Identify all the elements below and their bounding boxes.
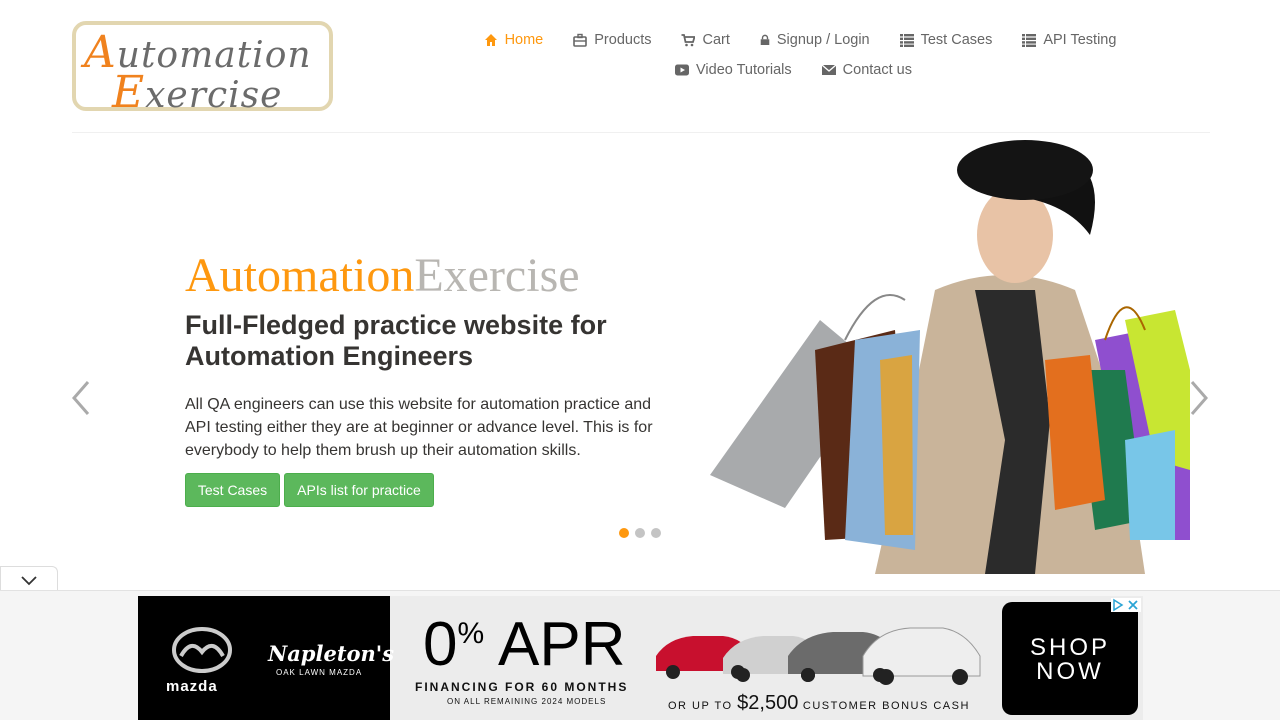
home-icon: [484, 34, 497, 46]
nav-video-tutorials[interactable]: Video Tutorials: [660, 58, 807, 82]
test-cases-button[interactable]: Test Cases: [185, 473, 280, 507]
slider-description: All QA engineers can use this website fo…: [185, 396, 653, 459]
chevron-down-icon: [21, 576, 37, 586]
list-icon: [899, 34, 914, 47]
ad-financing-sub: ON ALL REMAINING 2024 MODELS: [447, 697, 607, 706]
ad-brand-name: mazda: [166, 678, 218, 695]
slider-dot-1[interactable]: [619, 528, 629, 538]
mazda-banner-ad[interactable]: mazda Napleton's OAK LAWN MAZDA 0% APR F…: [138, 596, 1143, 720]
shop-now-line-1: SHOP: [1029, 634, 1110, 661]
nav-home[interactable]: Home: [469, 28, 559, 52]
ad-apr-headline: 0% APR: [423, 610, 626, 679]
main-nav-row-2: Video Tutorials Contact us: [660, 58, 927, 82]
hero-shopping-girl-image: [710, 140, 1190, 574]
envelope-icon: [821, 64, 836, 75]
ad-bonus-text: OR UP TO $2,500 CUSTOMER BONUS CASH: [668, 692, 970, 714]
briefcase-icon: [573, 33, 588, 47]
slider-title: AutomationExercise: [185, 249, 580, 302]
list-icon: [1022, 34, 1037, 47]
slider-dot-3[interactable]: [651, 528, 661, 538]
slider-indicators: [619, 528, 661, 538]
nav-signup-login[interactable]: Signup / Login: [745, 28, 885, 52]
nav-products[interactable]: Products: [558, 28, 666, 52]
chevron-right-icon[interactable]: [1188, 380, 1210, 416]
chevron-left-icon[interactable]: [70, 380, 92, 416]
shop-now-button[interactable]: SHOP NOW: [1002, 602, 1138, 715]
apis-list-button[interactable]: APIs list for practice: [284, 473, 434, 507]
youtube-icon: [675, 64, 689, 76]
ad-financing-text: FINANCING FOR 60 MONTHS: [415, 680, 629, 694]
slider-dot-2[interactable]: [635, 528, 645, 538]
nav-contact-us[interactable]: Contact us: [807, 58, 927, 82]
ad-cars-image: [656, 627, 981, 685]
ad-brand-panel: mazda Napleton's OAK LAWN MAZDA: [138, 596, 394, 720]
nav-cart[interactable]: Cart: [666, 28, 744, 52]
shop-now-line-2: NOW: [1036, 658, 1104, 685]
main-nav: Home Products Cart Signup / Login Test C…: [470, 28, 1130, 52]
header-divider: [72, 132, 1210, 133]
lock-icon: [760, 34, 770, 45]
nav-api-testing[interactable]: API Testing: [1007, 28, 1131, 52]
adchoices-icon[interactable]: [1111, 598, 1141, 612]
logo-line-2: Exercise: [112, 67, 283, 118]
nav-test-cases[interactable]: Test Cases: [885, 28, 1008, 52]
slider-subtitle: Full-Fledged practice website for Automa…: [185, 310, 607, 371]
cart-icon: [681, 34, 696, 47]
ad-dealer-sub: OAK LAWN MAZDA: [276, 668, 363, 677]
site-logo[interactable]: Automation Exercise: [72, 21, 333, 118]
ad-dealer-name: Napleton's: [268, 641, 395, 666]
mazda-logo-icon: [172, 627, 232, 673]
